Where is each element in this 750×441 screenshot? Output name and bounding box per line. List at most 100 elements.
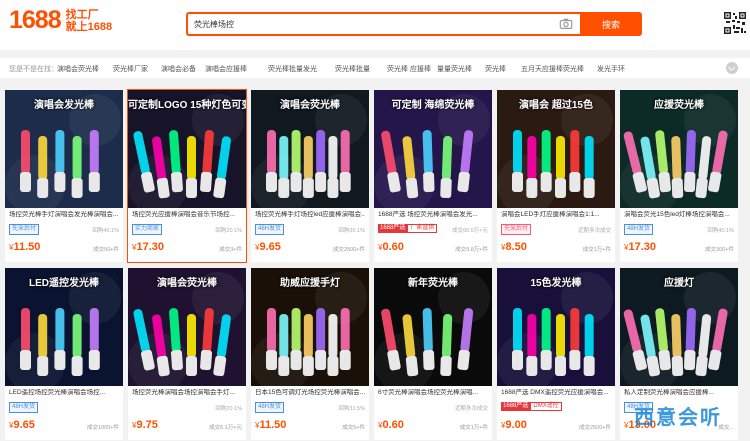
product-image-caption: 新年荧光棒 [408,278,458,289]
related-label: 您是不是在找： [9,66,58,73]
price-value: 11.50 [259,419,287,431]
select-badge-text: DMX遥控 [530,402,562,411]
product-card[interactable]: 15色发光棒 1688严选 DMX遥控荧光应援演唱会... 1688严选 DMX遥控 ¥… [497,268,615,440]
related-tag[interactable]: 五月天应援棒荧光棒 [521,64,584,74]
service-badge: 实力商家 [132,224,163,235]
related-tag[interactable]: 荧光棒厂家 [113,64,148,74]
product-price: ¥0.60 [378,419,404,431]
logo[interactable]: 1688 找工厂 就上1688 [9,8,112,33]
search-input[interactable] [188,14,548,35]
repurchase-rate: 近期多次成交 [454,406,488,412]
product-title[interactable]: 1688严选 场控荧光棒演唱会发光... [378,211,488,220]
product-price: ¥17.30 [132,241,164,253]
product-card[interactable]: 可定制LOGO 15种灯色可变换场控荧光应援棒演唱会音乐节场控... 实力商家 回购… [127,89,247,263]
product-title[interactable]: 场控荧光棒手灯场控led应援棒演唱会... [255,211,365,220]
service-badge: 48H发货 [9,402,39,413]
product-image[interactable]: 演唱会 超过15色 [497,90,615,208]
product-card[interactable]: 应援荧光棒 演唱会荧光15色led灯棒场控演唱会... 48H发货 回购40.1% ¥1… [620,90,738,262]
related-tag[interactable]: 演唱会应援棒 [205,64,247,74]
repurchase-rate: 回购31.5% [338,406,365,412]
select-badge-prefix: 1688严选 [501,402,531,411]
related-tag[interactable]: 荧光棒批量发光 [268,64,317,74]
product-price: ¥9.00 [501,419,527,431]
product-price: ¥11.50 [255,419,287,431]
product-image[interactable]: 新年荧光棒 [374,268,492,386]
price-value: 9.75 [136,419,158,431]
price-value: 17.30 [136,241,164,253]
product-card[interactable]: 演唱会 超过15色演唱会LED手灯应援棒演唱会1:1... 先采后付 近期多次成交 ¥… [497,90,615,262]
select-badge-text: 厂家直供 [407,224,438,233]
product-title[interactable]: 场控荧光应援棒演唱会音乐节场控... [132,211,242,220]
product-image[interactable]: 演唱会发光棒 [5,90,123,208]
product-title[interactable]: LED遥控场控荧光棒演唱会场控... [9,389,119,398]
product-title[interactable]: 演唱会LED手灯应援棒演唱会1:1... [501,211,611,220]
related-tag[interactable]: 量量荧光棒 [437,64,472,74]
product-title[interactable]: 日本15色可调灯光场控荧光棒演唱会... [255,389,365,398]
expand-tags-icon[interactable] [726,62,738,74]
product-price: ¥9.65 [9,419,35,431]
product-price: ¥8.50 [501,241,527,253]
sales-count: 成交3+件 [219,247,242,253]
price-value: 9.65 [13,419,35,431]
product-price: ¥9.65 [255,241,281,253]
product-image[interactable]: 应援灯 [620,268,738,386]
product-card[interactable]: 演唱会荧光棒 场控荧光棒演唱会场控演唱会手灯... 回购20.1% ¥9.75 成交6.… [128,268,246,440]
product-image-caption: 演唱会发光棒 [34,100,94,111]
product-image[interactable]: 15色发光棒 [497,268,615,386]
product-card[interactable]: 新年荧光棒 6寸荧光棒演唱会场控荧光棒演唱... 近期多次成交 ¥0.60 成交1万+件 [374,268,492,440]
related-tag[interactable]: 发光手环 [597,64,625,74]
price-value: 17.30 [628,241,656,253]
logo-number: 1688 [9,6,62,34]
price-value: 11.50 [13,241,41,253]
product-price: ¥0.60 [378,241,404,253]
product-title[interactable]: 演唱会荧光15色led灯棒场控演唱会... [624,211,734,220]
search-button[interactable]: 搜索 [580,12,642,36]
price-value: 8.50 [505,241,527,253]
product-card[interactable]: 助威应援手灯 日本15色可调灯光场控荧光棒演唱会... 48H发货 回购31.5% ¥1… [251,268,369,440]
product-image-caption: 15色发光棒 [530,278,582,289]
product-price: ¥17.30 [624,241,656,253]
product-card[interactable]: 演唱会荧光棒 场控荧光棒手灯场控led应援棒演唱会... 48H发货 回购30.1% ¥… [251,90,369,262]
product-image-caption: 演唱会 超过15色 [519,100,593,111]
repurchase-rate: 成交60.5万+元 [452,228,488,234]
product-image[interactable]: 可定制LOGO 15种灯色可变换 [128,90,246,208]
product-image-caption: LED遥控发光棒 [29,278,99,289]
product-image[interactable]: 演唱会荧光棒 [251,90,369,208]
repurchase-rate: 近期多次成交 [577,228,611,234]
product-image[interactable]: 可定制 海绵荧光棒 [374,90,492,208]
product-card[interactable]: LED遥控发光棒 LED遥控场控荧光棒演唱会场控... 48H发货 ¥9.65 成交10… [5,268,123,440]
sales-count: 成交2500+件 [333,247,365,253]
related-tag[interactable]: 荧光棒批量 [335,64,370,74]
product-image[interactable]: 演唱会荧光棒 [128,268,246,386]
product-image[interactable]: 助威应援手灯 [251,268,369,386]
sales-count: 成交2500+件 [579,425,611,431]
qr-code-icon[interactable] [723,11,747,35]
related-tag[interactable]: 荧光棒 应援棒 [387,64,431,74]
sales-count: 成交6.1万+元 [209,425,242,431]
price-value: 0.60 [382,419,404,431]
select-badge: 1688严选 厂家直供 [378,224,438,233]
product-image[interactable]: LED遥控发光棒 [5,268,123,386]
logo-slogan: 找工厂 就上1688 [66,9,112,33]
repurchase-rate: 回购20.1% [215,228,242,234]
product-title[interactable]: 场控荧光棒手灯演唱会发光棒演唱会... [9,211,119,220]
product-image[interactable]: 应援荧光棒 [620,90,738,208]
product-title[interactable]: 1688严选 DMX遥控荧光应援演唱会... [501,389,611,398]
sales-count: 成交9.8万+件 [455,247,488,253]
sales-count: 成交50+件 [93,247,119,253]
product-image-caption: 应援荧光棒 [654,100,704,111]
product-image-caption: 可定制 海绵荧光棒 [391,100,475,111]
service-badge: 48H发货 [624,224,654,235]
service-badge: 先采后付 [501,224,532,235]
camera-icon[interactable] [559,17,573,31]
product-image-caption: 演唱会荧光棒 [280,100,340,111]
product-title[interactable]: 6寸荧光棒演唱会场控荧光棒演唱... [378,389,488,398]
slogan-line2: 就上1688 [65,20,113,33]
related-tag[interactable]: 演唱会荧光棒 [57,64,99,74]
product-title[interactable]: 场控荧光棒演唱会场控演唱会手灯... [132,389,242,398]
product-card[interactable]: 演唱会发光棒 场控荧光棒手灯演唱会发光棒演唱会... 先采后付 回购40.1% ¥11.… [5,90,123,262]
related-tag[interactable]: 荧光棒 [485,64,506,74]
sales-count: 成交1000+件 [87,425,119,431]
related-tag[interactable]: 演唱会必备 [161,64,196,74]
product-card[interactable]: 可定制 海绵荧光棒 1688严选 场控荧光棒演唱会发光... 1688严选 厂家直供成… [374,90,492,262]
